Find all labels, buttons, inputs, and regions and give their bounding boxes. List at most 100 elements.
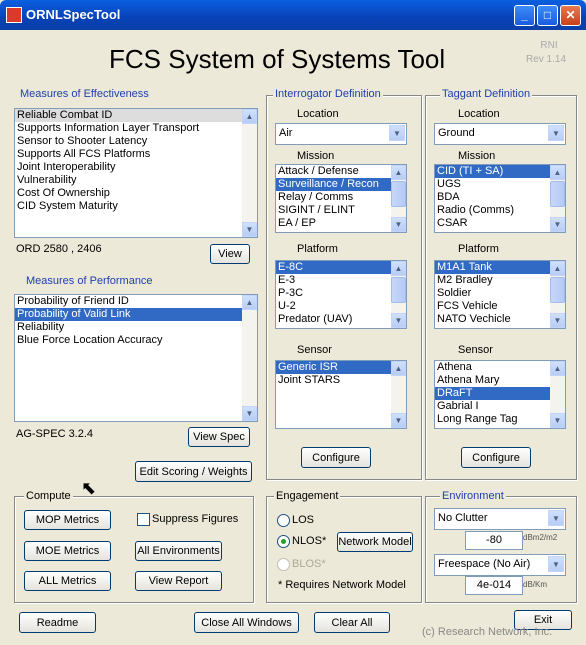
taggant-configure-button[interactable]: Configure	[461, 447, 531, 468]
list-item[interactable]: Attack / Defense	[276, 165, 406, 178]
readme-button[interactable]: Readme	[19, 612, 96, 633]
scroll-down-icon[interactable]: ▼	[242, 406, 257, 421]
list-item[interactable]: Reliability	[15, 321, 257, 334]
moe-scrollbar[interactable]: ▲ ▼	[242, 109, 257, 237]
nlos-radio[interactable]	[277, 535, 290, 548]
scroll-down-icon[interactable]: ▼	[391, 413, 406, 428]
list-item[interactable]: Predator (UAV)	[276, 313, 406, 326]
list-item[interactable]: M1A1 Tank	[435, 261, 565, 274]
list-item[interactable]: Supports All FCS Platforms	[15, 148, 257, 161]
mop-metrics-button[interactable]: MOP Metrics	[24, 510, 111, 530]
list-item[interactable]: Relay / Comms	[276, 191, 406, 204]
interrogator-mission-scrollbar[interactable]: ▲ ▼	[391, 165, 406, 232]
minimize-button[interactable]: _	[514, 5, 535, 26]
close-all-windows-button[interactable]: Close All Windows	[194, 612, 299, 633]
all-metrics-button[interactable]: ALL Metrics	[24, 571, 111, 591]
scroll-thumb[interactable]	[550, 181, 565, 207]
list-item[interactable]: E-3	[276, 274, 406, 287]
list-item[interactable]: M2 Bradley	[435, 274, 565, 287]
clutter-select[interactable]: No Clutter ▼	[434, 508, 566, 530]
all-environments-button[interactable]: All Environments	[135, 541, 222, 561]
list-item[interactable]: EA / EP	[276, 217, 406, 230]
scroll-up-icon[interactable]: ▲	[550, 261, 565, 276]
scroll-down-icon[interactable]: ▼	[550, 217, 565, 232]
scroll-down-icon[interactable]: ▼	[550, 413, 565, 428]
list-item[interactable]: Radio (Comms)	[435, 204, 565, 217]
list-item[interactable]: NATO Vechicle	[435, 313, 565, 326]
suppress-figures-checkbox[interactable]	[137, 513, 150, 526]
list-item[interactable]: Supports Information Layer Transport	[15, 122, 257, 135]
propagation-select[interactable]: Freespace (No Air) ▼	[434, 554, 566, 576]
clear-all-button[interactable]: Clear All	[314, 612, 390, 633]
interrogator-location-select[interactable]: Air ▼	[275, 123, 407, 145]
list-item[interactable]: E-8C	[276, 261, 406, 274]
interrogator-platform-list[interactable]: E-8C E-3 P-3C U-2 Predator (UAV) ▲ ▼	[275, 260, 407, 329]
list-item[interactable]: Probability of Valid Link	[15, 308, 257, 321]
interrogator-configure-button[interactable]: Configure	[301, 447, 371, 468]
taggant-sensor-list[interactable]: Athena Athena Mary DRaFT Gabrial I Long Rang…	[434, 360, 566, 429]
scroll-up-icon[interactable]: ▲	[242, 295, 257, 310]
view-spec-button[interactable]: View Spec	[188, 427, 250, 447]
chevron-down-icon[interactable]: ▼	[389, 125, 405, 141]
scroll-up-icon[interactable]: ▲	[391, 165, 406, 180]
list-item[interactable]: P-3C	[276, 287, 406, 300]
title-bar[interactable]: ORNLSpecTool _ □ ✕	[0, 0, 586, 30]
chevron-down-icon[interactable]: ▼	[548, 510, 564, 526]
list-item[interactable]: Sensor to Shooter Latency	[15, 135, 257, 148]
list-item[interactable]: Soldier	[435, 287, 565, 300]
taggant-platform-scrollbar[interactable]: ▲ ▼	[550, 261, 565, 328]
list-item[interactable]: Long Range Tag	[435, 413, 565, 426]
interrogator-sensor-scrollbar[interactable]: ▲ ▼	[391, 361, 406, 428]
scroll-down-icon[interactable]: ▼	[242, 222, 257, 237]
list-item[interactable]: Generic ISR	[276, 361, 406, 374]
list-item[interactable]: U-2	[276, 300, 406, 313]
scroll-up-icon[interactable]: ▲	[550, 361, 565, 376]
interrogator-sensor-list[interactable]: Generic ISR Joint STARS ▲ ▼	[275, 360, 407, 429]
list-item[interactable]: CSAR	[435, 217, 565, 230]
scroll-up-icon[interactable]: ▲	[391, 361, 406, 376]
blos-radio[interactable]	[277, 558, 290, 571]
interrogator-mission-list[interactable]: Attack / Defense Surveillance / Recon Rela…	[275, 164, 407, 233]
list-item[interactable]: Joint STARS	[276, 374, 406, 387]
list-item[interactable]: Gabrial I	[435, 400, 565, 413]
chevron-down-icon[interactable]: ▼	[548, 556, 564, 572]
list-item[interactable]: BDA	[435, 191, 565, 204]
list-item[interactable]: Joint Interoperability	[15, 161, 257, 174]
list-item[interactable]: Athena	[435, 361, 565, 374]
list-item[interactable]: Athena Mary	[435, 374, 565, 387]
scroll-down-icon[interactable]: ▼	[391, 217, 406, 232]
list-item[interactable]: FCS Vehicle	[435, 300, 565, 313]
scroll-down-icon[interactable]: ▼	[550, 313, 565, 328]
close-button[interactable]: ✕	[560, 5, 581, 26]
mop-list[interactable]: Probability of Friend ID Probability of V…	[14, 294, 258, 422]
list-item[interactable]: CID System Maturity	[15, 200, 257, 213]
taggant-location-select[interactable]: Ground ▼	[434, 123, 566, 145]
scroll-up-icon[interactable]: ▲	[391, 261, 406, 276]
taggant-platform-list[interactable]: M1A1 Tank M2 Bradley Soldier FCS Vehicle NAT…	[434, 260, 566, 329]
list-item[interactable]: DRaFT	[435, 387, 565, 400]
list-item[interactable]: UGS	[435, 178, 565, 191]
list-item[interactable]: Vulnerability	[15, 174, 257, 187]
propagation-level-field[interactable]: 4e-014	[465, 576, 523, 595]
moe-metrics-button[interactable]: MOE Metrics	[24, 541, 111, 561]
scroll-thumb[interactable]	[391, 277, 406, 303]
list-item[interactable]: SIGINT / ELINT	[276, 204, 406, 217]
list-item[interactable]: Blue Force Location Accuracy	[15, 334, 257, 347]
scroll-down-icon[interactable]: ▼	[391, 313, 406, 328]
moe-list[interactable]: Reliable Combat ID Supports Information L…	[14, 108, 258, 238]
scroll-up-icon[interactable]: ▲	[550, 165, 565, 180]
los-radio[interactable]	[277, 514, 290, 527]
scroll-up-icon[interactable]: ▲	[242, 109, 257, 124]
taggant-mission-list[interactable]: CID (TI + SA) UGS BDA Radio (Comms) CSAR ▲ ▼	[434, 164, 566, 233]
maximize-button[interactable]: □	[537, 5, 558, 26]
clutter-level-field[interactable]: -80	[465, 531, 523, 550]
list-item[interactable]: Probability of Friend ID	[15, 295, 257, 308]
list-item[interactable]: Surveillance / Recon	[276, 178, 406, 191]
edit-scoring-button[interactable]: Edit Scoring / Weights	[135, 461, 252, 482]
chevron-down-icon[interactable]: ▼	[548, 125, 564, 141]
scroll-thumb[interactable]	[550, 277, 565, 303]
taggant-sensor-scrollbar[interactable]: ▲ ▼	[550, 361, 565, 428]
interrogator-platform-scrollbar[interactable]: ▲ ▼	[391, 261, 406, 328]
list-item[interactable]: Reliable Combat ID	[15, 109, 257, 122]
taggant-mission-scrollbar[interactable]: ▲ ▼	[550, 165, 565, 232]
